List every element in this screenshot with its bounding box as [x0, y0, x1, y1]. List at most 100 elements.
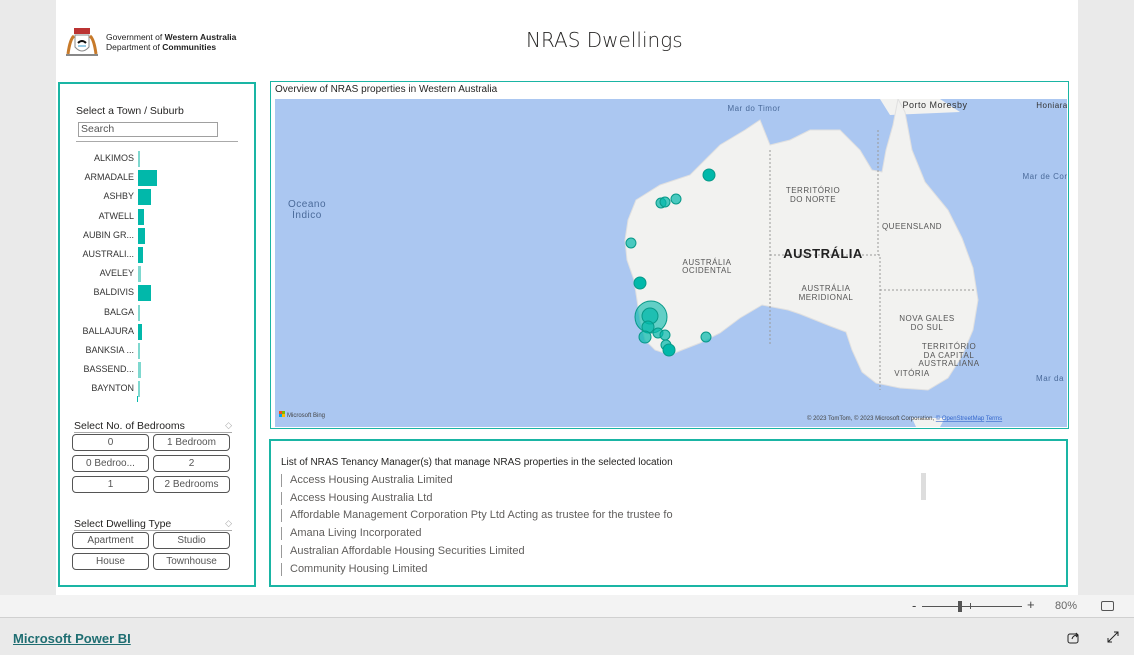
bedroom-slicer-title: Select No. of Bedrooms: [74, 420, 185, 432]
manager-list-item[interactable]: Community Housing Limited: [281, 562, 428, 576]
town-bar-item[interactable]: AVELEY: [60, 265, 250, 284]
dwelling-slicer-option[interactable]: House: [72, 553, 149, 570]
power-bi-link[interactable]: Microsoft Power BI: [13, 631, 131, 646]
town-bar[interactable]: [138, 227, 145, 244]
town-bar-item[interactable]: BASSEND...: [60, 361, 250, 380]
town-bar-item[interactable]: ASHBY: [60, 188, 250, 207]
logo-text-line1-bold: Western Australia: [164, 32, 237, 42]
map-label: OCIDENTAL: [682, 266, 732, 275]
manager-list-item[interactable]: Access Housing Australia Limited: [281, 474, 453, 487]
map-label: Índico: [292, 208, 322, 221]
manager-list-item[interactable]: Access Housing Australia Ltd: [281, 491, 432, 505]
town-bar[interactable]: [138, 266, 141, 283]
town-bar[interactable]: [138, 247, 143, 263]
manager-list-item[interactable]: Australian Affordable Housing Securities…: [281, 544, 525, 558]
map-bubble[interactable]: [662, 343, 676, 357]
logo-text-line2-bold: Communities: [162, 42, 217, 52]
dwelling-slicer-option[interactable]: Studio: [153, 532, 230, 549]
map-label: AUSTRALIANA: [918, 359, 979, 368]
bedroom-slicer-option[interactable]: 0 Bedroo...: [72, 455, 149, 472]
zoom-slider-tick: [970, 603, 971, 609]
town-bar[interactable]: [138, 285, 152, 302]
town-bar-item[interactable]: BAYNTON: [60, 380, 250, 399]
bedroom-slicer-option[interactable]: 1 Bedroom: [153, 434, 230, 451]
manager-list-item[interactable]: Affordable Management Corporation Pty Lt…: [281, 509, 673, 523]
eraser-icon[interactable]: ◇: [225, 420, 232, 431]
map-visual: Overview of NRAS properties in Western A…: [270, 81, 1069, 429]
divider: [76, 141, 238, 142]
share-icon[interactable]: [1067, 630, 1081, 644]
dwelling-slicer-header: Select Dwelling Type ◇: [74, 518, 232, 531]
osm-link[interactable]: © OpenStreetMap: [936, 415, 985, 422]
town-bar-item[interactable]: ARMADALE: [60, 169, 250, 188]
town-bar-item[interactable]: AUSTRALI...: [60, 246, 250, 265]
map-label: MERIDIONAL: [799, 293, 854, 302]
wa-government-logo: Government of Western Australia Departme…: [64, 24, 236, 60]
footer-bar: Microsoft Power BI: [0, 618, 1134, 655]
map-label: Mar de Cor: [1022, 172, 1067, 181]
map-attribution: © 2023 TomTom, © 2023 Microsoft Corporat…: [807, 415, 1002, 422]
map-bubble[interactable]: [638, 330, 652, 344]
map-canvas[interactable]: Oceano Índico Mar do Timor Porto Moresby…: [275, 99, 1067, 427]
town-bar[interactable]: [138, 343, 140, 359]
scrollbar-thumb[interactable]: [921, 473, 926, 500]
town-label: BALDIVIS: [93, 287, 134, 298]
zoom-slider-thumb[interactable]: [958, 601, 962, 612]
bedroom-slicer-header: Select No. of Bedrooms ◇: [74, 420, 232, 433]
town-bar[interactable]: [138, 170, 157, 187]
town-search-input[interactable]: Search: [78, 122, 218, 137]
town-bar-item[interactable]: BALGA: [60, 304, 250, 323]
town-label: BAYNTON: [91, 383, 134, 394]
bedroom-slicer-option[interactable]: 2 Bedrooms: [153, 476, 230, 493]
town-bar[interactable]: [138, 151, 140, 167]
map-bubble[interactable]: [670, 193, 682, 205]
town-bar[interactable]: [138, 381, 140, 398]
town-bar[interactable]: [138, 189, 152, 206]
map-label: VITÓRIA: [894, 369, 930, 378]
map-label: DO SUL: [911, 323, 944, 332]
map-bubble[interactable]: [659, 196, 671, 208]
town-bar-item[interactable]: BALLAJURA: [60, 323, 250, 342]
terms-link[interactable]: Terms: [986, 416, 1002, 422]
zoom-out-button[interactable]: -: [912, 598, 916, 613]
town-bar-item[interactable]: ALKIMOS: [60, 150, 250, 169]
bedroom-slicer-option[interactable]: 1: [72, 476, 149, 493]
map-label: Honiara: [1036, 101, 1067, 110]
fullscreen-icon[interactable]: [1106, 630, 1120, 644]
town-label: ARMADALE: [84, 172, 134, 183]
bing-label: Microsoft Bing: [287, 413, 325, 419]
zoom-slider[interactable]: [922, 606, 1022, 607]
logo-text-line2: Department of: [106, 42, 163, 52]
town-label: ALKIMOS: [93, 153, 134, 163]
map-bubble[interactable]: [700, 331, 712, 343]
fit-to-page-icon[interactable]: [1101, 601, 1114, 611]
manager-list-item[interactable]: Amana Living Incorporated: [281, 527, 421, 541]
town-bar-item[interactable]: BALDIVIS: [60, 284, 250, 303]
town-bar[interactable]: [138, 362, 141, 379]
map-label: Mar da: [1036, 374, 1064, 383]
town-label: AUBIN GR...: [82, 229, 134, 240]
town-bar-item[interactable]: AUBIN GR...: [60, 227, 250, 246]
zoom-in-button[interactable]: +: [1027, 597, 1035, 612]
map-bubble[interactable]: [633, 276, 647, 290]
dwelling-slicer-option[interactable]: Apartment: [72, 532, 149, 549]
bedroom-slicer-option[interactable]: 2: [153, 455, 230, 472]
map-label: AUSTRÁLIA: [802, 284, 851, 293]
dwelling-slicer-option[interactable]: Townhouse: [153, 553, 230, 570]
map-label: Oceano: [288, 199, 326, 210]
list-title: List of NRAS Tenancy Manager(s) that man…: [281, 457, 673, 468]
map-bubble[interactable]: [659, 329, 671, 341]
eraser-icon[interactable]: ◇: [225, 518, 232, 529]
town-bar[interactable]: [138, 323, 142, 340]
town-label: BASSEND...: [83, 364, 134, 375]
map-bubble[interactable]: [625, 237, 637, 249]
page-title: NRAS Dwellings: [526, 28, 683, 52]
town-bar[interactable]: [138, 304, 140, 321]
town-bar-item[interactable]: ATWELL: [60, 208, 250, 227]
town-slicer-title: Select a Town / Suburb: [76, 105, 184, 117]
town-bar-item[interactable]: BANKSIA ...: [60, 342, 250, 361]
map-bubble[interactable]: [702, 168, 716, 182]
bedroom-slicer-option[interactable]: 0: [72, 434, 149, 451]
town-bar[interactable]: [138, 208, 144, 225]
scroll-hint: [137, 396, 138, 402]
